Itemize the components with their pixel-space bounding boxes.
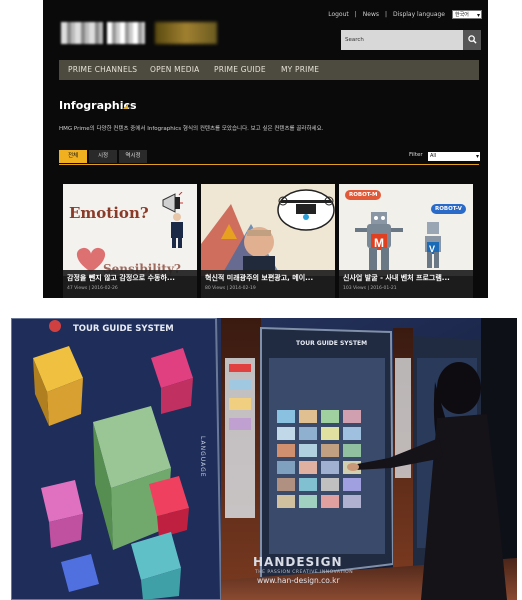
tab-all[interactable]: 전체 bbox=[59, 150, 87, 163]
top-utility-links: Logout | News | Display language bbox=[325, 11, 448, 18]
title-accent-mark bbox=[123, 104, 128, 109]
card-title[interactable]: 신사업 발굴 - 사내 벤처 프로그램... bbox=[343, 273, 450, 283]
card-thumbnail-robots: M V ROBOT-M ROBOT-V bbox=[339, 184, 473, 276]
brand-url: www.han-design.co.kr bbox=[257, 576, 340, 585]
tab-category-2[interactable]: 시정 bbox=[89, 150, 117, 163]
middle-screen-title: TOUR GUIDE SYSTEM bbox=[296, 340, 368, 347]
thumbnail-text: Emotion? bbox=[69, 204, 149, 222]
nav-prime-guide[interactable]: PRIME GUIDE bbox=[214, 60, 266, 80]
nav-open-media[interactable]: OPEN MEDIA bbox=[150, 60, 200, 80]
filter-label: Filter bbox=[409, 152, 423, 158]
card-meta: 47 Views | 2016-02-26 bbox=[67, 286, 118, 291]
businessman-figure bbox=[171, 213, 183, 248]
search-input[interactable]: Search bbox=[341, 30, 463, 50]
left-screen-title: TOUR GUIDE SYSTEM bbox=[73, 324, 174, 334]
megaphone-icon bbox=[162, 192, 183, 213]
robot-v-badge: ROBOT-V bbox=[431, 204, 466, 214]
filter-select[interactable]: All bbox=[428, 152, 480, 161]
content-card[interactable]: Emotion? Sensibility? 감정을 뺀지 않고 감정으로 수동하… bbox=[63, 184, 197, 298]
svg-text:M: M bbox=[374, 236, 384, 250]
card-meta: 80 Views | 2014-02-19 bbox=[205, 286, 256, 291]
search-button[interactable] bbox=[463, 30, 481, 50]
separator: | bbox=[385, 11, 388, 18]
site-logo-blurred-3 bbox=[155, 22, 217, 44]
card-thumbnail-drone bbox=[201, 184, 335, 276]
tour-guide-kiosk-photo: TOUR GUIDE SYSTEM TOUR GUIDE SYSTEM LANG… bbox=[11, 318, 517, 600]
page-description: HMG Prime의 다양한 컨텐츠 중에서 Infographics 형식의 … bbox=[59, 126, 324, 132]
tab-category-3[interactable]: 역시정 bbox=[119, 150, 147, 163]
card-caption: 혁신적 미래광주의 보편광고, 메이... 80 Views | 2014-02… bbox=[201, 270, 335, 298]
site-logo-blurred[interactable] bbox=[61, 22, 103, 44]
display-language-link[interactable]: Display language bbox=[393, 11, 445, 18]
infographics-page-screenshot: Logout|News|Display language 한국어 Search … bbox=[43, 0, 488, 298]
news-link[interactable]: News bbox=[363, 11, 379, 18]
language-label-vertical: LANGUAGE bbox=[199, 436, 206, 478]
card-meta: 103 Views | 2016-01-21 bbox=[343, 286, 397, 291]
card-title[interactable]: 혁신적 미래광주의 보편광고, 메이... bbox=[205, 273, 313, 283]
language-select[interactable]: 한국어 bbox=[452, 10, 482, 20]
brand-tagline: THE PASSION CREATIVE INNOVATION bbox=[255, 570, 354, 575]
card-title[interactable]: 감정을 뺀지 않고 감정으로 수동하... bbox=[67, 273, 175, 283]
site-logo-blurred-2 bbox=[107, 22, 145, 44]
card-thumbnail-emotion: Emotion? Sensibility? bbox=[63, 184, 197, 276]
nav-my-prime[interactable]: MY PRIME bbox=[281, 60, 319, 80]
brand-watermark: HANDESIGN bbox=[253, 555, 343, 569]
card-caption: 신사업 발굴 - 사내 벤처 프로그램... 103 Views | 2016-… bbox=[339, 270, 473, 298]
logout-link[interactable]: Logout bbox=[328, 11, 349, 18]
separator: | bbox=[354, 11, 357, 18]
drone-illustration bbox=[201, 184, 335, 276]
card-caption: 감정을 뺀지 않고 감정으로 수동하... 47 Views | 2016-02… bbox=[63, 270, 197, 298]
content-card[interactable]: 혁신적 미래광주의 보편광고, 메이... 80 Views | 2014-02… bbox=[201, 184, 335, 298]
robot-m-badge: ROBOT-M bbox=[345, 190, 382, 200]
nav-prime-channels[interactable]: PRIME CHANNELS bbox=[68, 60, 137, 80]
main-navigation: PRIME CHANNELS OPEN MEDIA PRIME GUIDE MY… bbox=[59, 60, 479, 80]
search-icon bbox=[467, 35, 477, 44]
content-card[interactable]: M V ROBOT-M ROBOT-V 신사업 발굴 - 사내 벤처 프로그램.… bbox=[339, 184, 473, 298]
